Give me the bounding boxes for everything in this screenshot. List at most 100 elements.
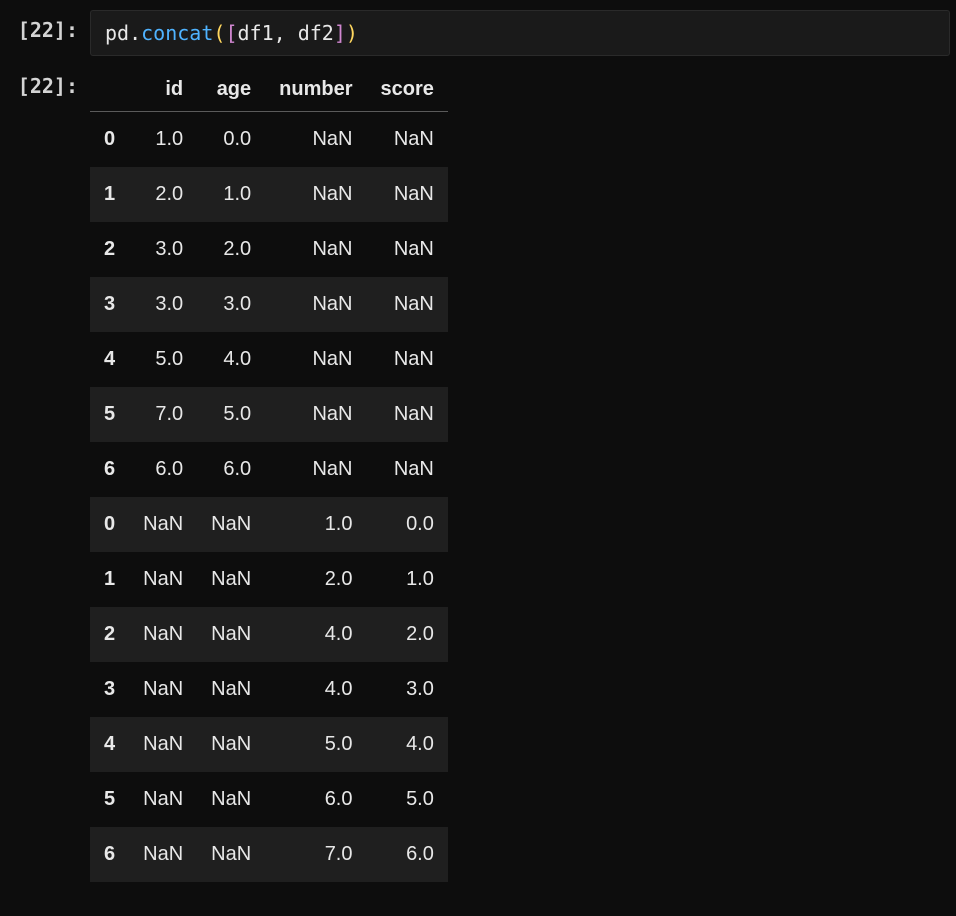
- cell: 6.0: [265, 772, 366, 827]
- cell: 4.0: [197, 332, 265, 387]
- cell: 1.0: [265, 497, 366, 552]
- cell: 4.0: [265, 607, 366, 662]
- code-token-arg2: df2: [298, 21, 334, 45]
- cell: 4.0: [265, 662, 366, 717]
- table-row: 45.04.0NaNNaN: [90, 332, 448, 387]
- table-row: 33.03.0NaNNaN: [90, 277, 448, 332]
- table-row: 23.02.0NaNNaN: [90, 222, 448, 277]
- cell: 3.0: [197, 277, 265, 332]
- output-area: id age number score 01.00.0NaNNaN 12.01.…: [90, 66, 956, 882]
- dataframe-col-header: age: [197, 68, 265, 112]
- code-token-lbracket: [: [225, 21, 237, 45]
- code-token-var: pd: [105, 21, 129, 45]
- table-row: 2NaNNaN4.02.0: [90, 607, 448, 662]
- cell: NaN: [197, 827, 265, 882]
- code-token-dot: .: [129, 21, 141, 45]
- cell: NaN: [197, 662, 265, 717]
- table-row: 57.05.0NaNNaN: [90, 387, 448, 442]
- cell: NaN: [265, 222, 366, 277]
- cell: NaN: [265, 387, 366, 442]
- output-prompt: [22]:: [0, 66, 90, 98]
- cell: NaN: [367, 387, 448, 442]
- row-index: 0: [90, 112, 129, 168]
- code-token-arg1: df1: [237, 21, 273, 45]
- dataframe-index-col-header: [90, 68, 129, 112]
- row-index: 3: [90, 277, 129, 332]
- cell: NaN: [265, 167, 366, 222]
- cell: 0.0: [367, 497, 448, 552]
- cell: 7.0: [129, 387, 197, 442]
- cell: 5.0: [129, 332, 197, 387]
- table-row: 1NaNNaN2.01.0: [90, 552, 448, 607]
- cell: 6.0: [197, 442, 265, 497]
- input-cell-row: [22]: pd.concat([df1, df2]): [0, 10, 956, 56]
- cell: NaN: [129, 717, 197, 772]
- table-row: 01.00.0NaNNaN: [90, 112, 448, 168]
- dataframe-col-header: score: [367, 68, 448, 112]
- row-index: 6: [90, 442, 129, 497]
- cell: 1.0: [367, 552, 448, 607]
- cell: NaN: [129, 772, 197, 827]
- cell: NaN: [367, 442, 448, 497]
- row-index: 3: [90, 662, 129, 717]
- cell: NaN: [197, 552, 265, 607]
- cell: 0.0: [197, 112, 265, 168]
- cell: NaN: [265, 442, 366, 497]
- dataframe-col-header: id: [129, 68, 197, 112]
- cell: 3.0: [129, 222, 197, 277]
- cell: NaN: [367, 332, 448, 387]
- cell: 5.0: [367, 772, 448, 827]
- table-row: 66.06.0NaNNaN: [90, 442, 448, 497]
- cell: 5.0: [265, 717, 366, 772]
- code-token-fn: concat: [141, 21, 213, 45]
- cell: NaN: [197, 772, 265, 827]
- row-index: 5: [90, 772, 129, 827]
- code-token-comma: ,: [274, 21, 298, 45]
- table-row: 0NaNNaN1.00.0: [90, 497, 448, 552]
- cell: NaN: [129, 552, 197, 607]
- code-token-rparen: ): [346, 21, 358, 45]
- cell: NaN: [197, 607, 265, 662]
- cell: NaN: [129, 827, 197, 882]
- cell: NaN: [367, 277, 448, 332]
- table-row: 12.01.0NaNNaN: [90, 167, 448, 222]
- input-prompt: [22]:: [0, 10, 90, 42]
- cell: NaN: [367, 112, 448, 168]
- code-token-rbracket: ]: [334, 21, 346, 45]
- cell: NaN: [265, 332, 366, 387]
- table-row: 4NaNNaN5.04.0: [90, 717, 448, 772]
- table-row: 3NaNNaN4.03.0: [90, 662, 448, 717]
- row-index: 2: [90, 222, 129, 277]
- dataframe-header: id age number score: [90, 68, 448, 112]
- code-token-lparen: (: [213, 21, 225, 45]
- row-index: 0: [90, 497, 129, 552]
- row-index: 2: [90, 607, 129, 662]
- dataframe-table: id age number score 01.00.0NaNNaN 12.01.…: [90, 68, 448, 882]
- cell: NaN: [197, 717, 265, 772]
- cell: NaN: [265, 277, 366, 332]
- output-cell-row: [22]: id age number score 01.00.0NaNNaN …: [0, 66, 956, 882]
- cell: 5.0: [197, 387, 265, 442]
- row-index: 1: [90, 167, 129, 222]
- cell: NaN: [197, 497, 265, 552]
- cell: NaN: [265, 112, 366, 168]
- cell: 2.0: [367, 607, 448, 662]
- row-index: 6: [90, 827, 129, 882]
- row-index: 5: [90, 387, 129, 442]
- cell: 2.0: [129, 167, 197, 222]
- row-index: 4: [90, 717, 129, 772]
- cell: NaN: [129, 662, 197, 717]
- cell: 2.0: [197, 222, 265, 277]
- code-input[interactable]: pd.concat([df1, df2]): [90, 10, 950, 56]
- table-row: 5NaNNaN6.05.0: [90, 772, 448, 827]
- cell: 2.0: [265, 552, 366, 607]
- cell: 1.0: [197, 167, 265, 222]
- cell: 3.0: [129, 277, 197, 332]
- cell: NaN: [367, 222, 448, 277]
- row-index: 4: [90, 332, 129, 387]
- cell: 7.0: [265, 827, 366, 882]
- cell: NaN: [129, 497, 197, 552]
- cell: NaN: [367, 167, 448, 222]
- cell: NaN: [129, 607, 197, 662]
- dataframe-col-header: number: [265, 68, 366, 112]
